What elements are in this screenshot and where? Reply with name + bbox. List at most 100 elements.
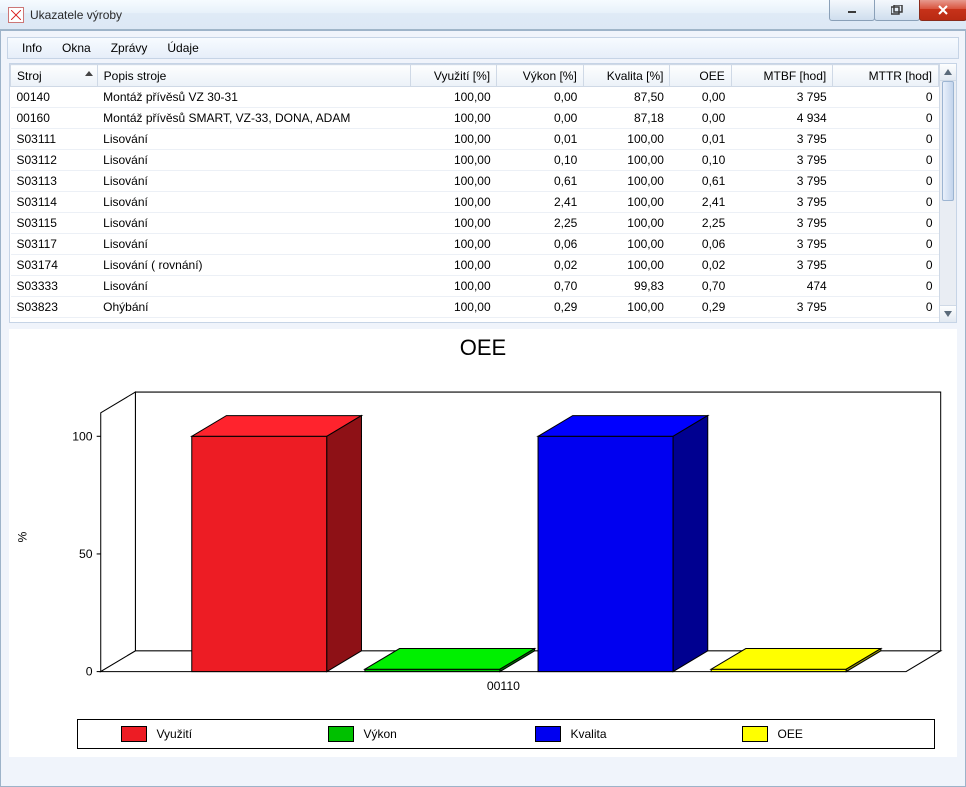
- col-kvalita[interactable]: Kvalita [%]: [583, 65, 670, 87]
- svg-text:50: 50: [79, 547, 93, 561]
- cell-vyuziti: 100,00: [410, 213, 497, 234]
- cell-vyuziti: 100,00: [410, 255, 497, 276]
- cell-vykon: 0,10: [497, 150, 584, 171]
- table-row[interactable]: S03823Ohýbání100,000,29100,000,293 7950: [11, 297, 939, 318]
- cell-mttr: 0: [833, 192, 939, 213]
- cell-vyuziti: 100,00: [410, 234, 497, 255]
- menu-udaje[interactable]: Údaje: [157, 39, 208, 57]
- col-oee[interactable]: OEE: [670, 65, 731, 87]
- cell-vyuziti: 100,00: [410, 192, 497, 213]
- cell-mtbf: 3 795: [731, 129, 832, 150]
- cell-stroj: S03823: [11, 297, 98, 318]
- col-mttr[interactable]: MTTR [hod]: [833, 65, 939, 87]
- cell-vykon: 0,29: [497, 297, 584, 318]
- cell-kvalita: 100,00: [583, 129, 670, 150]
- scroll-up-button[interactable]: [940, 64, 956, 81]
- cell-kvalita: 100,00: [583, 192, 670, 213]
- close-button[interactable]: [919, 0, 966, 21]
- scroll-down-button[interactable]: [940, 305, 956, 322]
- cell-kvalita: 100,00: [583, 234, 670, 255]
- cell-mttr: 0: [833, 276, 939, 297]
- cell-stroj: S03174: [11, 255, 98, 276]
- table-row[interactable]: 00160Montáž přívěsů SMART, VZ-33, DONA, …: [11, 108, 939, 129]
- cell-oee: 0,10: [670, 150, 731, 171]
- chart-area: % 05010000110: [9, 361, 957, 713]
- legend-item: Výkon: [328, 726, 478, 742]
- cell-vykon: 2,41: [497, 192, 584, 213]
- titlebar: Ukazatele výroby: [0, 0, 966, 30]
- cell-mtbf: 3 795: [731, 150, 832, 171]
- cell-stroj: 00140: [11, 87, 98, 108]
- cell-vykon: 0,02: [497, 255, 584, 276]
- col-stroj[interactable]: Stroj: [11, 65, 98, 87]
- cell-oee: 0,06: [670, 234, 731, 255]
- cell-mtbf: 3 795: [731, 234, 832, 255]
- menu-bar: Info Okna Zprávy Údaje: [7, 37, 959, 59]
- cell-mttr: 0: [833, 87, 939, 108]
- cell-vyuziti: 100,00: [410, 297, 497, 318]
- menu-zpravy[interactable]: Zprávy: [101, 39, 158, 57]
- vertical-scrollbar[interactable]: [939, 64, 956, 322]
- cell-mttr: 0: [833, 234, 939, 255]
- close-icon: [937, 5, 949, 15]
- menu-okna[interactable]: Okna: [52, 39, 101, 57]
- table-row[interactable]: S03174Lisování ( rovnání)100,000,02100,0…: [11, 255, 939, 276]
- chart-title: OEE: [9, 329, 957, 361]
- menu-info[interactable]: Info: [12, 39, 52, 57]
- col-mtbf[interactable]: MTBF [hod]: [731, 65, 832, 87]
- table-row[interactable]: S03333Lisování100,000,7099,830,704740: [11, 276, 939, 297]
- sort-asc-icon: [85, 71, 93, 76]
- cell-vykon: 0,00: [497, 108, 584, 129]
- legend-label: Kvalita: [571, 727, 607, 741]
- cell-oee: 0,00: [670, 108, 731, 129]
- table-row[interactable]: 00140Montáž přívěsů VZ 30-31100,000,0087…: [11, 87, 939, 108]
- cell-vyuziti: 100,00: [410, 276, 497, 297]
- cell-vykon: 0,06: [497, 234, 584, 255]
- window-title: Ukazatele výroby: [30, 8, 122, 22]
- table-row[interactable]: S03111Lisování100,000,01100,000,013 7950: [11, 129, 939, 150]
- cell-mtbf: 3 795: [731, 213, 832, 234]
- cell-mtbf: 474: [731, 276, 832, 297]
- table-row[interactable]: S03117Lisování100,000,06100,000,063 7950: [11, 234, 939, 255]
- cell-popis: Montáž přívěsů SMART, VZ-33, DONA, ADAM: [97, 108, 410, 129]
- app-icon: [8, 7, 24, 23]
- col-vyuziti[interactable]: Využití [%]: [410, 65, 497, 87]
- cell-oee: 0,61: [670, 171, 731, 192]
- cell-stroj: S03113: [11, 171, 98, 192]
- cell-popis: Lisování ( rovnání): [97, 255, 410, 276]
- col-vykon[interactable]: Výkon [%]: [497, 65, 584, 87]
- cell-kvalita: 100,00: [583, 255, 670, 276]
- cell-oee: 0,29: [670, 297, 731, 318]
- table-row[interactable]: S03112Lisování100,000,10100,000,103 7950: [11, 150, 939, 171]
- svg-text:00110: 00110: [487, 679, 520, 693]
- cell-oee: 0,02: [670, 255, 731, 276]
- cell-stroj: S03112: [11, 150, 98, 171]
- scroll-thumb[interactable]: [942, 81, 954, 201]
- cell-kvalita: 100,00: [583, 171, 670, 192]
- maximize-button[interactable]: [874, 0, 920, 21]
- table-row[interactable]: S03115Lisování100,002,25100,002,253 7950: [11, 213, 939, 234]
- cell-vyuziti: 100,00: [410, 87, 497, 108]
- cell-stroj: S03111: [11, 129, 98, 150]
- cell-mttr: 0: [833, 129, 939, 150]
- cell-oee: 0,01: [670, 129, 731, 150]
- maximize-icon: [891, 5, 903, 15]
- cell-oee: 2,41: [670, 192, 731, 213]
- cell-mttr: 0: [833, 150, 939, 171]
- minimize-button[interactable]: [829, 0, 875, 21]
- table-row[interactable]: S03114Lisování100,002,41100,002,413 7950: [11, 192, 939, 213]
- col-stroj-label: Stroj: [17, 69, 42, 83]
- cell-popis: Lisování: [97, 171, 410, 192]
- legend-item: OEE: [742, 726, 892, 742]
- cell-vykon: 2,25: [497, 213, 584, 234]
- cell-mttr: 0: [833, 171, 939, 192]
- minimize-icon: [847, 5, 857, 15]
- cell-mttr: 0: [833, 213, 939, 234]
- legend-label: Využití: [157, 727, 193, 741]
- scroll-track[interactable]: [940, 81, 956, 305]
- cell-vykon: 0,00: [497, 87, 584, 108]
- col-popis[interactable]: Popis stroje: [97, 65, 410, 87]
- window-controls: [829, 0, 966, 29]
- table-row[interactable]: S03113Lisování100,000,61100,000,613 7950: [11, 171, 939, 192]
- legend-swatch: [328, 726, 354, 742]
